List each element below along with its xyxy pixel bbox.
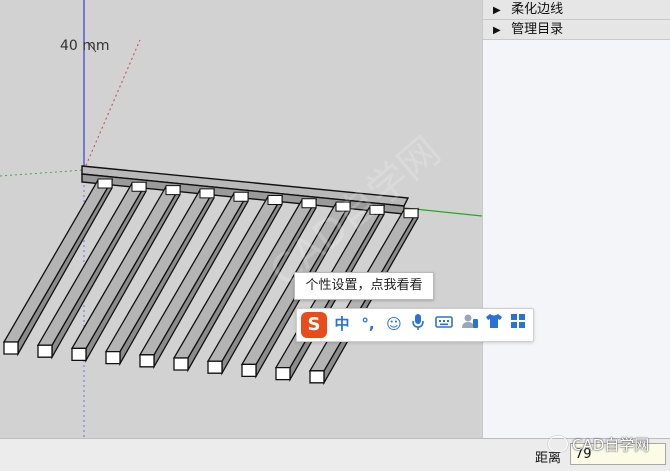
slat-end xyxy=(275,366,291,381)
dimension-label: 40 mm xyxy=(60,38,110,54)
wechat-icon xyxy=(548,436,568,452)
tray-item-soften-edges[interactable]: ▶ 柔化边线 xyxy=(483,0,670,20)
keyboard-icon[interactable] xyxy=(433,313,455,335)
slat-back-end xyxy=(233,191,249,202)
emoji-icon[interactable]: ☺ xyxy=(383,313,405,335)
slat-back-end xyxy=(97,178,113,189)
slat-back-end xyxy=(267,195,283,205)
grid-icon[interactable] xyxy=(507,313,529,335)
slat-back-end xyxy=(131,181,147,192)
tray-item-label: 管理目录 xyxy=(511,22,564,37)
microphone-icon[interactable] xyxy=(407,313,429,335)
tray-item-label: 柔化边线 xyxy=(511,2,564,17)
brand-label: CAD自学网 xyxy=(572,436,650,454)
tshirt-icon[interactable] xyxy=(483,313,505,335)
triangle-right-icon: ▶ xyxy=(493,25,501,36)
slat-end xyxy=(207,360,223,374)
slat-end xyxy=(105,350,121,365)
modeling-viewport[interactable]: 40 mm CAD自学网 xyxy=(0,0,482,438)
slat-end xyxy=(37,344,53,358)
ime-punct-button[interactable]: °, xyxy=(357,313,379,335)
sogou-logo-icon[interactable]: S xyxy=(301,312,327,338)
slat-end xyxy=(241,363,257,378)
ime-tooltip: 个性设置，点我看看 xyxy=(294,272,434,300)
user-icon[interactable] xyxy=(459,313,481,335)
scene-canvas[interactable] xyxy=(0,0,482,438)
slat-end xyxy=(173,357,189,371)
green-axis-line-dotted xyxy=(0,169,85,177)
red-axis-line-dotted xyxy=(83,39,141,171)
slat-end xyxy=(71,347,87,362)
slat-end xyxy=(309,370,325,384)
ime-toolbar[interactable]: S 中 °, ☺ xyxy=(296,308,534,342)
triangle-right-icon: ▶ xyxy=(493,5,501,16)
default-tray: ▶ 柔化边线 ▶ 管理目录 xyxy=(482,0,670,438)
slat-end xyxy=(3,341,19,355)
tray-item-manage-catalog[interactable]: ▶ 管理目录 xyxy=(483,20,670,40)
brand-watermark: CAD自学网 xyxy=(548,434,649,455)
slat-end xyxy=(139,354,155,368)
ime-mode-button[interactable]: 中 xyxy=(331,313,353,335)
slat-back-end xyxy=(403,208,419,219)
slat-back-end xyxy=(165,185,181,196)
slat-back-end xyxy=(199,188,215,199)
